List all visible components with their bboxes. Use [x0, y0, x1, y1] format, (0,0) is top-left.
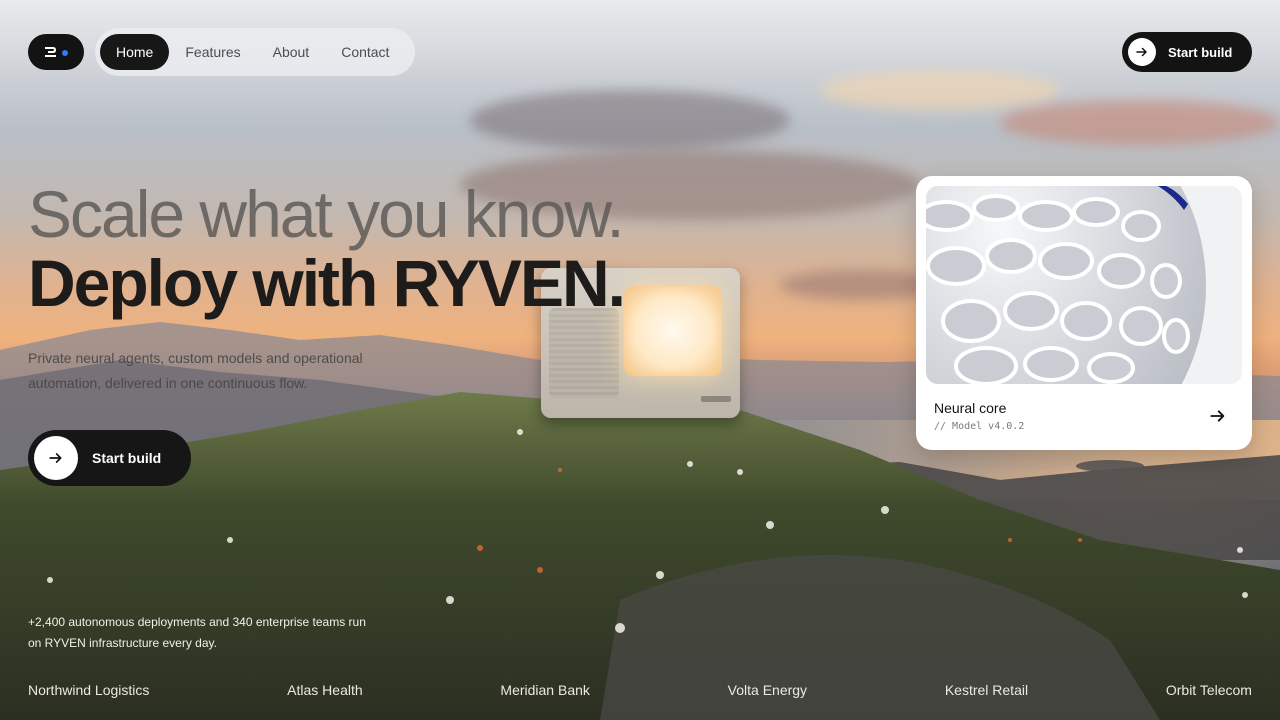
start-build-button[interactable]: Start build: [28, 430, 191, 486]
nav-about[interactable]: About: [257, 34, 326, 70]
start-build-header-button[interactable]: Start build: [1122, 32, 1252, 72]
neural-core-image: [926, 186, 1242, 384]
nav-home[interactable]: Home: [100, 34, 170, 70]
monitor-badge: [701, 396, 731, 402]
start-build-label: Start build: [92, 450, 162, 466]
logo-button[interactable]: [28, 34, 84, 70]
monitor-vents: [549, 308, 619, 398]
client-logos: Northwind Logistics Atlas Health Meridia…: [28, 682, 1252, 698]
neural-core-card[interactable]: Neural core // Model v4.0.2: [916, 176, 1252, 450]
main-nav: Home Features About Contact: [95, 28, 415, 76]
client-logo: Orbit Telecom: [1165, 682, 1252, 698]
arrow-right-icon: [34, 436, 78, 480]
hero-headline-line1: Scale what you know.: [28, 177, 625, 251]
card-model-version: // Model v4.0.2: [934, 421, 1025, 432]
monitor-screen: [624, 286, 722, 376]
hero-subtitle: Private neural agents, custom models and…: [28, 350, 363, 391]
ryven-mark-icon: [45, 47, 56, 57]
nav-features[interactable]: Features: [169, 34, 256, 70]
client-logo: Volta Energy: [727, 682, 808, 698]
logo-accent-dot: [62, 49, 68, 56]
hero-headline-line2: Deploy with RYVEN.: [28, 246, 626, 320]
start-build-label: Start build: [1168, 44, 1233, 60]
card-title: Neural core: [934, 400, 1007, 416]
nav-contact[interactable]: Contact: [325, 34, 405, 70]
client-logo: Meridian Bank: [500, 682, 590, 698]
arrow-right-icon: [1128, 38, 1156, 66]
client-logo: Kestrel Retail: [944, 682, 1029, 698]
client-logo: Atlas Health: [287, 682, 363, 698]
client-logo: Northwind Logistics: [28, 682, 150, 698]
arrow-right-icon[interactable]: [1210, 408, 1226, 424]
stats-text: +2,400 autonomous deployments and 340 en…: [28, 615, 366, 650]
